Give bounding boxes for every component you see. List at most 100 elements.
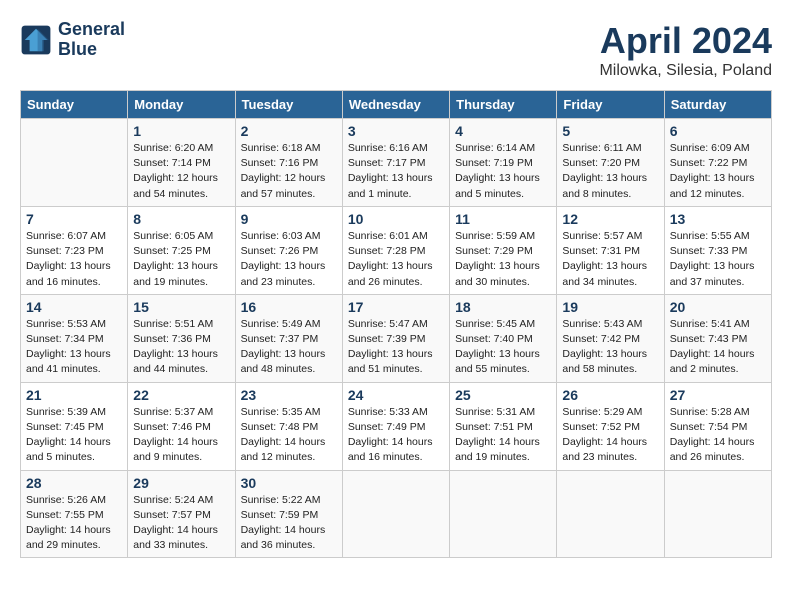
day-number: 5 — [562, 123, 658, 139]
col-saturday: Saturday — [664, 91, 771, 119]
day-number: 3 — [348, 123, 444, 139]
day-number: 15 — [133, 299, 229, 315]
calendar-cell: 12 Sunrise: 5:57 AMSunset: 7:31 PMDayligh… — [557, 206, 664, 294]
calendar-cell: 17 Sunrise: 5:47 AMSunset: 7:39 PMDayligh… — [342, 294, 449, 382]
cell-content: Sunrise: 5:51 AMSunset: 7:36 PMDaylight:… — [133, 317, 229, 378]
day-number: 24 — [348, 387, 444, 403]
calendar-cell: 16Sunrise: 5:49 AMSunset: 7:37 PMDayligh… — [235, 294, 342, 382]
calendar-body: 1Sunrise: 6:20 AMSunset: 7:14 PMDaylight… — [21, 119, 772, 558]
calendar-cell: 4Sunrise: 6:14 AMSunset: 7:19 PMDaylight… — [450, 119, 557, 207]
day-number: 23 — [241, 387, 337, 403]
day-number: 28 — [26, 475, 122, 491]
cell-content: Sunrise: 5:59 AMSunset: 7:29 PMDaylight:… — [455, 229, 551, 290]
calendar-cell: 5 Sunrise: 6:11 AMSunset: 7:20 PMDaylight… — [557, 119, 664, 207]
day-number: 13 — [670, 211, 766, 227]
day-number: 20 — [670, 299, 766, 315]
cell-content: Sunrise: 5:47 AMSunset: 7:39 PMDaylight:… — [348, 317, 444, 378]
day-number: 30 — [241, 475, 337, 491]
day-number: 16 — [241, 299, 337, 315]
calendar-week-5: 28 Sunrise: 5:26 AMSunset: 7:55 PMDayligh… — [21, 470, 772, 558]
cell-content: Sunrise: 5:24 AMSunset: 7:57 PMDaylight:… — [133, 493, 229, 554]
title-area: April 2024 Milowka, Silesia, Poland — [599, 20, 772, 80]
calendar-cell: 6Sunrise: 6:09 AMSunset: 7:22 PMDaylight… — [664, 119, 771, 207]
calendar-cell: 14Sunrise: 5:53 AMSunset: 7:34 PMDayligh… — [21, 294, 128, 382]
cell-content: Sunrise: 6:01 AMSunset: 7:28 PMDaylight:… — [348, 229, 444, 290]
day-number: 10 — [348, 211, 444, 227]
day-number: 19 — [562, 299, 658, 315]
cell-content: Sunrise: 5:31 AMSunset: 7:51 PMDaylight:… — [455, 405, 551, 466]
col-wednesday: Wednesday — [342, 91, 449, 119]
calendar-cell: 8 Sunrise: 6:05 AMSunset: 7:25 PMDaylight… — [128, 206, 235, 294]
calendar-week-4: 21 Sunrise: 5:39 AMSunset: 7:45 PMDayligh… — [21, 382, 772, 470]
calendar-week-2: 7 Sunrise: 6:07 AMSunset: 7:23 PMDaylight… — [21, 206, 772, 294]
calendar-cell: 21 Sunrise: 5:39 AMSunset: 7:45 PMDayligh… — [21, 382, 128, 470]
page-header: General Blue April 2024 Milowka, Silesia… — [20, 20, 772, 80]
calendar-cell: 25 Sunrise: 5:31 AMSunset: 7:51 PMDayligh… — [450, 382, 557, 470]
col-friday: Friday — [557, 91, 664, 119]
cell-content: Sunrise: 6:09 AMSunset: 7:22 PMDaylight:… — [670, 141, 766, 202]
day-number: 21 — [26, 387, 122, 403]
logo-line2: Blue — [58, 40, 125, 60]
cell-content: Sunrise: 5:41 AMSunset: 7:43 PMDaylight:… — [670, 317, 766, 378]
header-row: Sunday Monday Tuesday Wednesday Thursday… — [21, 91, 772, 119]
calendar-cell: 1Sunrise: 6:20 AMSunset: 7:14 PMDaylight… — [128, 119, 235, 207]
calendar-cell: 23 Sunrise: 5:35 AMSunset: 7:48 PMDayligh… — [235, 382, 342, 470]
cell-content: Sunrise: 5:39 AMSunset: 7:45 PMDaylight:… — [26, 405, 122, 466]
calendar-week-3: 14Sunrise: 5:53 AMSunset: 7:34 PMDayligh… — [21, 294, 772, 382]
day-number: 22 — [133, 387, 229, 403]
cell-content: Sunrise: 5:45 AMSunset: 7:40 PMDaylight:… — [455, 317, 551, 378]
cell-content: Sunrise: 5:22 AMSunset: 7:59 PMDaylight:… — [241, 493, 337, 554]
cell-content: Sunrise: 6:16 AMSunset: 7:17 PMDaylight:… — [348, 141, 444, 202]
cell-content: Sunrise: 5:57 AMSunset: 7:31 PMDaylight:… — [562, 229, 658, 290]
calendar-cell: 30 Sunrise: 5:22 AMSunset: 7:59 PMDayligh… — [235, 470, 342, 558]
day-number: 2 — [241, 123, 337, 139]
cell-content: Sunrise: 6:07 AMSunset: 7:23 PMDaylight:… — [26, 229, 122, 290]
calendar-cell: 27Sunrise: 5:28 AMSunset: 7:54 PMDayligh… — [664, 382, 771, 470]
calendar-week-1: 1Sunrise: 6:20 AMSunset: 7:14 PMDaylight… — [21, 119, 772, 207]
calendar-cell — [450, 470, 557, 558]
cell-content: Sunrise: 5:35 AMSunset: 7:48 PMDaylight:… — [241, 405, 337, 466]
calendar-cell: 19 Sunrise: 5:43 AMSunset: 7:42 PMDayligh… — [557, 294, 664, 382]
cell-content: Sunrise: 5:33 AMSunset: 7:49 PMDaylight:… — [348, 405, 444, 466]
cell-content: Sunrise: 5:26 AMSunset: 7:55 PMDaylight:… — [26, 493, 122, 554]
cell-content: Sunrise: 5:37 AMSunset: 7:46 PMDaylight:… — [133, 405, 229, 466]
day-number: 29 — [133, 475, 229, 491]
col-thursday: Thursday — [450, 91, 557, 119]
day-number: 11 — [455, 211, 551, 227]
calendar-header: Sunday Monday Tuesday Wednesday Thursday… — [21, 91, 772, 119]
calendar-cell: 26 Sunrise: 5:29 AMSunset: 7:52 PMDayligh… — [557, 382, 664, 470]
calendar-cell: 2Sunrise: 6:18 AMSunset: 7:16 PMDaylight… — [235, 119, 342, 207]
calendar-cell: 18 Sunrise: 5:45 AMSunset: 7:40 PMDayligh… — [450, 294, 557, 382]
calendar-cell: 15 Sunrise: 5:51 AMSunset: 7:36 PMDayligh… — [128, 294, 235, 382]
day-number: 27 — [670, 387, 766, 403]
calendar-cell: 7 Sunrise: 6:07 AMSunset: 7:23 PMDaylight… — [21, 206, 128, 294]
calendar-cell: 11 Sunrise: 5:59 AMSunset: 7:29 PMDayligh… — [450, 206, 557, 294]
day-number: 17 — [348, 299, 444, 315]
cell-content: Sunrise: 5:43 AMSunset: 7:42 PMDaylight:… — [562, 317, 658, 378]
day-number: 18 — [455, 299, 551, 315]
calendar-cell: 28 Sunrise: 5:26 AMSunset: 7:55 PMDayligh… — [21, 470, 128, 558]
cell-content: Sunrise: 6:05 AMSunset: 7:25 PMDaylight:… — [133, 229, 229, 290]
day-number: 12 — [562, 211, 658, 227]
day-number: 7 — [26, 211, 122, 227]
col-sunday: Sunday — [21, 91, 128, 119]
calendar-cell: 13Sunrise: 5:55 AMSunset: 7:33 PMDayligh… — [664, 206, 771, 294]
day-number: 26 — [562, 387, 658, 403]
day-number: 9 — [241, 211, 337, 227]
cell-content: Sunrise: 6:20 AMSunset: 7:14 PMDaylight:… — [133, 141, 229, 202]
col-monday: Monday — [128, 91, 235, 119]
calendar-cell: 9Sunrise: 6:03 AMSunset: 7:26 PMDaylight… — [235, 206, 342, 294]
cell-content: Sunrise: 6:11 AMSunset: 7:20 PMDaylight:… — [562, 141, 658, 202]
day-number: 25 — [455, 387, 551, 403]
cell-content: Sunrise: 5:29 AMSunset: 7:52 PMDaylight:… — [562, 405, 658, 466]
calendar-cell: 20 Sunrise: 5:41 AMSunset: 7:43 PMDayligh… — [664, 294, 771, 382]
calendar-cell: 10 Sunrise: 6:01 AMSunset: 7:28 PMDayligh… — [342, 206, 449, 294]
logo: General Blue — [20, 20, 125, 60]
calendar-cell — [342, 470, 449, 558]
calendar-cell: 24 Sunrise: 5:33 AMSunset: 7:49 PMDayligh… — [342, 382, 449, 470]
location-title: Milowka, Silesia, Poland — [599, 62, 772, 80]
logo-icon — [20, 24, 52, 56]
day-number: 4 — [455, 123, 551, 139]
day-number: 8 — [133, 211, 229, 227]
col-tuesday: Tuesday — [235, 91, 342, 119]
